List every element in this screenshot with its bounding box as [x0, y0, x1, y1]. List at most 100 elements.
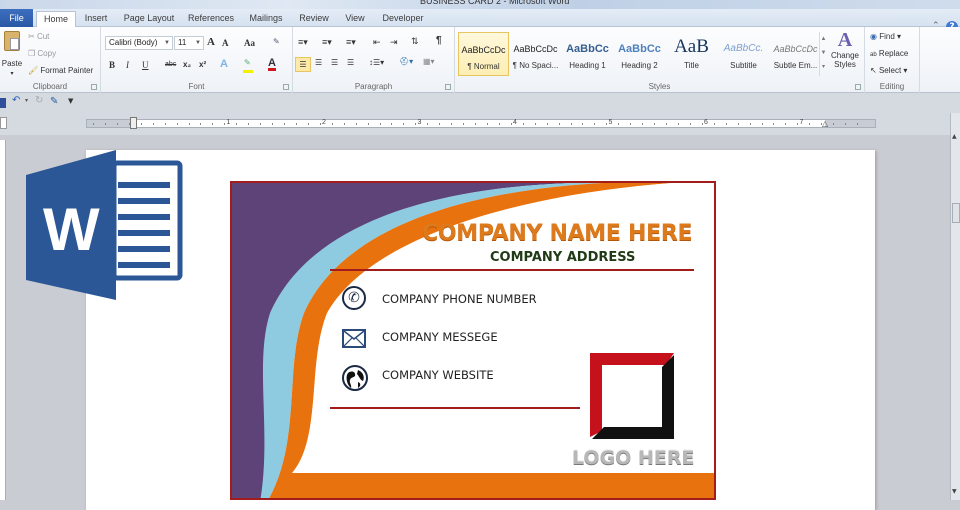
undo-dropdown-icon[interactable]: ▾	[25, 97, 28, 104]
highlighter-icon: ✎	[244, 58, 251, 67]
style-title[interactable]: AaB Title	[666, 32, 717, 76]
italic-button[interactable]: I	[126, 60, 129, 70]
style-no-spacing[interactable]: AaBbCcDc ¶ No Spaci...	[510, 32, 561, 76]
ruler-tick	[486, 123, 488, 125]
ruler-tick	[677, 123, 679, 125]
subscript-button[interactable]: x₂	[183, 60, 191, 70]
edit-document-icon[interactable]: ✎	[50, 96, 58, 107]
tab-insert[interactable]: Insert	[78, 11, 114, 27]
style-sample: AaBbCcDc	[461, 45, 506, 55]
contact-website[interactable]: COMPANY WEBSITE	[382, 368, 494, 382]
paste-dropdown-icon[interactable]: ▾	[1, 69, 23, 79]
styles-scroll-buttons[interactable]: ▲ ▼ ▾	[819, 32, 827, 76]
tab-home[interactable]: Home	[36, 11, 76, 28]
horizontal-ruler[interactable]: 1 2 3 4 5 6 7 △	[86, 117, 876, 129]
increase-indent-button[interactable]: ⇥	[390, 37, 398, 47]
style-name: Heading 1	[569, 61, 606, 70]
clipboard-launcher-icon[interactable]	[91, 84, 97, 90]
bold-button[interactable]: B	[109, 60, 115, 70]
ruler-tick	[522, 123, 524, 125]
styles-launcher-icon[interactable]	[855, 84, 861, 90]
clear-formatting-icon[interactable]: ✎	[273, 37, 280, 47]
text-effects-button[interactable]: A	[220, 59, 228, 70]
indent-marker[interactable]	[130, 117, 137, 129]
align-left-button[interactable]: ☰	[295, 57, 311, 72]
decrease-indent-button[interactable]: ⇤	[373, 37, 381, 47]
change-case-button[interactable]: Aa	[244, 38, 255, 48]
line-spacing-button[interactable]: ↕☰▾	[369, 58, 384, 68]
redo-icon[interactable]: ↻	[35, 95, 43, 106]
right-indent-marker[interactable]: △	[822, 119, 828, 128]
format-painter-button[interactable]: 🖌 Format Painter	[28, 66, 93, 76]
align-right-button[interactable]: ☰	[331, 58, 338, 68]
show-marks-button[interactable]: ¶	[436, 36, 442, 46]
paste-label: Paste	[1, 59, 23, 68]
scroll-down-icon[interactable]: ▼	[952, 488, 957, 495]
style-heading-1[interactable]: AaBbCc Heading 1	[562, 32, 613, 76]
numbering-button[interactable]: ≡▾	[322, 37, 332, 47]
ruler-tick	[534, 123, 536, 125]
copy-button[interactable]: ❐ Copy	[28, 49, 56, 59]
ruler-tick	[809, 123, 811, 125]
select-button[interactable]: ↖ Select ▾	[870, 66, 907, 76]
vertical-scrollbar[interactable]: ▲ ▼	[950, 113, 960, 500]
find-button[interactable]: ◉ Find ▾	[870, 32, 901, 42]
bullets-button[interactable]: ≡▾	[298, 37, 308, 47]
copy-icon: ❐	[28, 49, 36, 58]
ruler-tick	[570, 123, 572, 125]
style-subtitle[interactable]: AaBbCc. Subtitle	[718, 32, 769, 76]
change-styles-button[interactable]: A Change Styles	[827, 29, 863, 69]
company-address[interactable]: COMPANY ADDRESS	[490, 250, 635, 265]
sort-button[interactable]: ⇅	[411, 36, 419, 46]
font-name-select[interactable]: Calibri (Body) ▼	[105, 36, 173, 50]
contact-phone[interactable]: COMPANY PHONE NUMBER	[382, 292, 537, 306]
logo-line	[118, 246, 170, 252]
cut-button[interactable]: ✂ Cut	[28, 32, 49, 42]
shading-button[interactable]: ⛑▾	[399, 57, 413, 67]
ruler-tick	[319, 123, 321, 125]
borders-button[interactable]: ▦▾	[423, 57, 435, 67]
logo-text[interactable]: LOGO HERE	[572, 447, 694, 469]
ribbon-tabs: File Home Insert Page Layout References …	[0, 9, 960, 33]
grow-font-button[interactable]: A	[207, 37, 215, 48]
tab-file[interactable]: File	[0, 9, 33, 27]
font-color-button[interactable]: A	[268, 58, 276, 71]
align-center-button[interactable]: ☰	[315, 58, 322, 68]
style-subtle-emphasis[interactable]: AaBbCcDc Subtle Em...	[770, 32, 821, 76]
business-card[interactable]: COMPANY NAME HERE COMPANY ADDRESS ✆ COMP…	[230, 181, 716, 500]
tab-mailings[interactable]: Mailings	[244, 11, 288, 27]
font-size-select[interactable]: 11 ▼	[174, 36, 204, 50]
company-name[interactable]: COMPANY NAME HERE	[422, 221, 693, 246]
undo-icon[interactable]: ↶	[12, 95, 20, 106]
ruler-tick	[439, 123, 441, 125]
shrink-font-button[interactable]: A	[222, 38, 229, 48]
ruler-number: 4	[513, 119, 517, 126]
tab-selector-icon[interactable]	[0, 117, 7, 129]
tab-review[interactable]: Review	[296, 11, 332, 27]
scroll-up-icon[interactable]: ▲	[952, 133, 957, 140]
tab-view[interactable]: View	[340, 11, 370, 27]
scroll-thumb[interactable]	[952, 203, 960, 223]
tab-references[interactable]: References	[184, 11, 238, 27]
underline-button[interactable]: U	[142, 60, 149, 70]
justify-button[interactable]: ☰	[347, 58, 354, 68]
tab-developer[interactable]: Developer	[378, 11, 428, 27]
customize-qat-icon[interactable]: ▼	[68, 97, 73, 105]
save-icon[interactable]	[0, 98, 6, 108]
paste-button[interactable]: Paste ▾	[1, 31, 23, 77]
replace-button[interactable]: ab Replace	[870, 49, 908, 60]
style-heading-2[interactable]: AaBbCc Heading 2	[614, 32, 665, 76]
paragraph-launcher-icon[interactable]	[445, 84, 451, 90]
tab-page-layout[interactable]: Page Layout	[120, 11, 178, 27]
highlight-color-button[interactable]	[243, 70, 253, 73]
contact-message[interactable]: COMPANY MESSEGE	[382, 330, 498, 344]
superscript-button[interactable]: x²	[199, 60, 206, 70]
ruler-tick	[200, 123, 202, 125]
ruler-tick	[331, 123, 333, 125]
ruler-tick	[391, 123, 393, 125]
font-launcher-icon[interactable]	[283, 84, 289, 90]
word-logo-icon: W	[26, 150, 183, 300]
strikethrough-button[interactable]: abc	[165, 60, 176, 70]
multilevel-list-button[interactable]: ≡▾	[346, 37, 356, 47]
style-normal[interactable]: AaBbCcDc ¶ Normal	[458, 32, 509, 76]
